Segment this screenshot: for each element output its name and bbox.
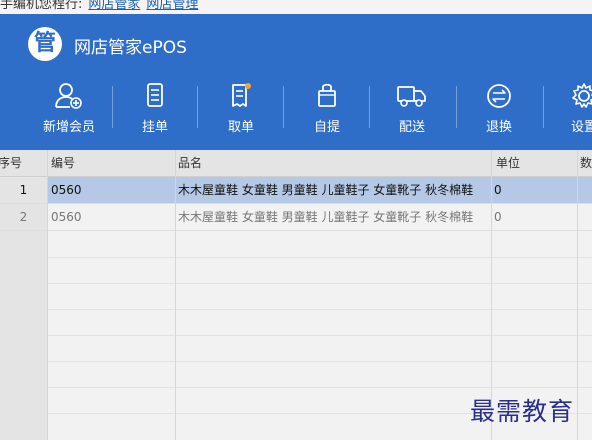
table-row[interactable]: 1 0560 木木屋童鞋 女童鞋 男童鞋 儿童鞋子 女童靴子 秋冬棉鞋 0 xyxy=(0,177,592,204)
top-link-2[interactable]: 网店管理 xyxy=(146,0,198,12)
empty-row xyxy=(47,309,592,336)
watermark-text: 最需教育 xyxy=(470,397,575,426)
pickup-button[interactable]: 自提 xyxy=(292,78,362,140)
app-title: 网店管家ePOS xyxy=(74,38,187,58)
row-unit: 0 xyxy=(494,183,502,197)
add-member-icon xyxy=(55,83,82,109)
gear-icon xyxy=(572,83,592,108)
col-header-code[interactable]: 编号 xyxy=(51,150,75,176)
column-divider xyxy=(577,150,578,440)
app-header: 管 网店管家ePOS 新增会员 挂单 取单 自提 配送 退换 设置 xyxy=(0,14,592,150)
retrieve-order-button[interactable]: 取单 xyxy=(206,78,276,140)
col-header-unit[interactable]: 单位 xyxy=(496,150,520,176)
toolbar-divider xyxy=(369,86,370,128)
row-number: 2 xyxy=(19,210,28,224)
top-link-1[interactable]: 网店管家 xyxy=(88,0,140,12)
empty-row xyxy=(47,283,592,310)
empty-row xyxy=(47,335,592,362)
toolbar-divider xyxy=(112,86,113,128)
add-member-button[interactable]: 新增会员 xyxy=(34,78,104,140)
table-row[interactable]: 2 0560 木木屋童鞋 女童鞋 男童鞋 儿童鞋子 女童靴子 秋冬棉鞋 0 xyxy=(0,204,592,231)
retrieve-order-label: 取单 xyxy=(227,120,254,135)
row-product-name: 木木屋童鞋 女童鞋 男童鞋 儿童鞋子 女童靴子 秋冬棉鞋 xyxy=(178,183,474,197)
row-number: 1 xyxy=(19,183,28,197)
settings-button[interactable]: 设置 xyxy=(549,78,592,140)
add-member-label: 新增会员 xyxy=(42,120,95,135)
empty-row xyxy=(47,361,592,388)
delivery-label: 配送 xyxy=(398,120,425,135)
top-strip-text: 手编机您程行: xyxy=(0,0,83,12)
toolbar: 新增会员 挂单 取单 自提 配送 退换 设置 xyxy=(0,78,592,140)
pickup-label: 自提 xyxy=(313,120,340,135)
row-code: 0560 xyxy=(51,210,82,224)
row-unit: 0 xyxy=(494,210,502,224)
column-divider xyxy=(47,150,48,440)
app-window: 手编机您程行: 网店管家 网店管理 管 网店管家ePOS 新增会员 挂单 取单 … xyxy=(0,0,592,440)
empty-row xyxy=(47,257,592,284)
col-header-seq[interactable]: 序号 xyxy=(0,150,22,176)
col-header-name[interactable]: 品名 xyxy=(178,150,202,176)
exchange-label: 退换 xyxy=(485,120,512,135)
row-code: 0560 xyxy=(51,183,82,197)
column-divider xyxy=(175,150,176,440)
hang-order-icon xyxy=(147,83,163,107)
top-info-strip: 手编机您程行: 网店管家 网店管理 xyxy=(0,0,592,14)
exchange-icon xyxy=(487,84,511,108)
row-product-name: 木木屋童鞋 女童鞋 男童鞋 儿童鞋子 女童靴子 秋冬棉鞋 xyxy=(178,210,474,224)
app-logo: 管 xyxy=(28,27,62,61)
toolbar-divider xyxy=(456,86,457,128)
empty-row xyxy=(47,231,592,258)
table-header: 序号 编号 品名 单位 数 xyxy=(0,150,592,177)
toolbar-divider xyxy=(543,86,544,128)
col-header-qty[interactable]: 数 xyxy=(580,150,592,176)
toolbar-divider xyxy=(197,86,198,128)
hang-order-label: 挂单 xyxy=(141,120,168,135)
settings-label: 设置 xyxy=(570,120,592,135)
delivery-truck-icon xyxy=(397,86,426,107)
hang-order-button[interactable]: 挂单 xyxy=(120,78,190,140)
retrieve-order-icon xyxy=(232,83,251,107)
toolbar-divider xyxy=(283,86,284,128)
exchange-button[interactable]: 退换 xyxy=(464,78,534,140)
delivery-button[interactable]: 配送 xyxy=(377,78,447,140)
pickup-bag-icon xyxy=(318,83,336,107)
